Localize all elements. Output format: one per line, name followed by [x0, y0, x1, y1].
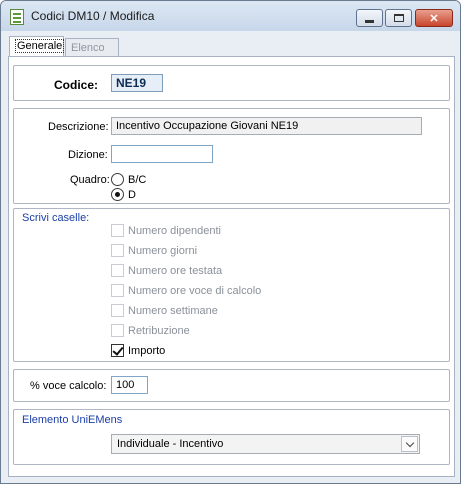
tab-elenco[interactable]: Elenco: [65, 38, 119, 57]
elemento-uniemens-value: Individuale - Incentivo: [117, 438, 224, 450]
title-bar[interactable]: Codici DM10 / Modifica ✕: [1, 1, 460, 31]
window-title: Codici DM10 / Modifica: [31, 9, 155, 23]
close-button[interactable]: ✕: [415, 9, 453, 27]
elemento-uniemens-group: Elemento UniEMens Individuale - Incentiv…: [13, 409, 450, 465]
descrizione-group: Descrizione: Incentivo Occupazione Giova…: [13, 108, 450, 204]
dizione-label: Dizione:: [68, 149, 108, 161]
minimize-button[interactable]: [356, 9, 383, 27]
quadro-option-bc-label: B/C: [128, 174, 147, 186]
dropdown-arrow-button[interactable]: [401, 436, 418, 452]
main-window: Codici DM10 / Modifica ✕ Generale Elenco…: [0, 0, 461, 484]
numero-giorni-checkbox[interactable]: [111, 244, 124, 257]
voce-calcolo-label: % voce calcolo:: [30, 380, 107, 392]
maximize-button[interactable]: [385, 9, 412, 27]
dizione-field[interactable]: [111, 145, 213, 163]
importo-label: Importo: [128, 345, 166, 357]
numero-settimane-label: Numero settimane: [128, 305, 218, 317]
retribuzione-label: Retribuzione: [128, 325, 190, 337]
retribuzione-checkbox[interactable]: [111, 324, 124, 337]
numero-dipendenti-checkbox[interactable]: [111, 224, 124, 237]
codice-label: Codice:: [54, 78, 99, 92]
voce-calcolo-field[interactable]: 100: [111, 376, 148, 394]
tab-page-generale: Codice: NE19 Descrizione: Incentivo Occu…: [8, 56, 455, 477]
numero-ore-voce-checkbox[interactable]: [111, 284, 124, 297]
app-document-icon: [10, 9, 24, 25]
numero-settimane-checkbox[interactable]: [111, 304, 124, 317]
quadro-label: Quadro:: [70, 174, 110, 186]
descrizione-label: Descrizione:: [48, 121, 109, 133]
numero-ore-testata-checkbox[interactable]: [111, 264, 124, 277]
codice-field[interactable]: NE19: [111, 74, 163, 92]
tab-elenco-label: Elenco: [71, 42, 105, 54]
descrizione-field[interactable]: Incentivo Occupazione Giovani NE19: [111, 117, 422, 135]
elemento-uniemens-title: Elemento UniEMens: [20, 414, 125, 426]
minimize-icon: [365, 19, 374, 23]
elemento-uniemens-select[interactable]: Individuale - Incentivo: [111, 434, 420, 454]
chevron-down-icon: [405, 438, 414, 447]
importo-checkbox[interactable]: [111, 344, 124, 357]
close-icon: ✕: [429, 12, 439, 25]
numero-ore-testata-label: Numero ore testata: [128, 265, 223, 277]
codice-group: Codice: NE19: [13, 65, 450, 101]
scrivi-caselle-title: Scrivi caselle:: [20, 212, 92, 224]
tab-generale[interactable]: Generale: [9, 36, 65, 57]
maximize-icon: [393, 14, 404, 22]
voce-calcolo-group: % voce calcolo: 100: [13, 369, 450, 402]
numero-ore-voce-label: Numero ore voce di calcolo: [128, 285, 262, 297]
quadro-option-d-label: D: [128, 189, 136, 201]
scrivi-caselle-group: Scrivi caselle: Numero dipendenti Numero…: [13, 208, 450, 362]
quadro-radio-bc[interactable]: [111, 173, 124, 186]
numero-dipendenti-label: Numero dipendenti: [128, 225, 221, 237]
tab-generale-label: Generale: [15, 39, 65, 53]
quadro-radio-d[interactable]: [111, 188, 124, 201]
numero-giorni-label: Numero giorni: [128, 245, 198, 257]
